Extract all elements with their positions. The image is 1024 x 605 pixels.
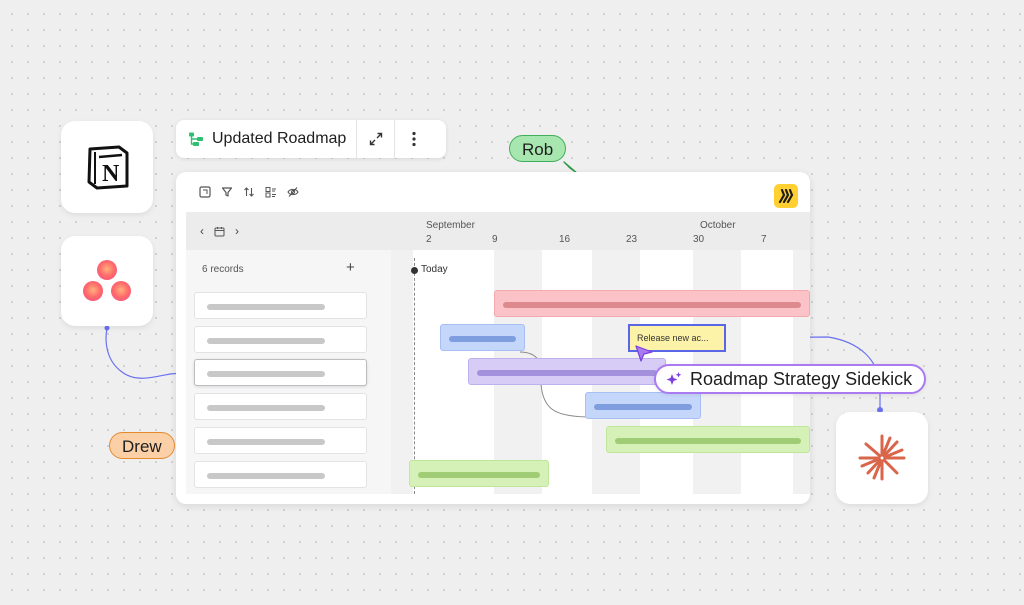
day-label: 16 (559, 234, 571, 245)
record-placeholder (207, 304, 325, 310)
more-vertical-icon (412, 131, 416, 147)
gantt-bar[interactable] (409, 460, 549, 487)
hide-fields-button[interactable] (286, 185, 300, 199)
record-row[interactable] (194, 427, 367, 454)
drew-cursor-label: Drew (109, 432, 175, 459)
record-placeholder (207, 473, 325, 479)
record-placeholder (207, 405, 325, 411)
record-row[interactable] (194, 461, 367, 488)
add-record-button[interactable]: + (346, 259, 355, 276)
claude-logo-icon (858, 434, 906, 481)
prev-arrow-icon[interactable]: ‹ (200, 224, 204, 238)
notion-letter: N (102, 161, 120, 187)
record-placeholder (207, 439, 325, 445)
records-panel: 6 records + (186, 250, 376, 494)
sparkle-icon (666, 372, 682, 385)
roadmap-icon (189, 132, 203, 146)
more-options-button[interactable] (395, 120, 433, 158)
group-button[interactable] (264, 185, 278, 199)
asana-connector-start (104, 325, 110, 331)
filter-button[interactable] (220, 185, 234, 199)
day-label: 9 (492, 234, 498, 245)
miro-logo-badge (774, 184, 798, 208)
date-header: ‹ › September October 2 9 16 23 30 7 (186, 212, 810, 250)
eye-off-icon (287, 187, 299, 197)
record-row[interactable] (194, 292, 367, 319)
grid-view-button[interactable] (198, 185, 212, 199)
sidekick-label[interactable]: Roadmap Strategy Sidekick (654, 364, 927, 394)
record-row[interactable] (194, 326, 367, 353)
bar-placeholder (418, 472, 540, 478)
record-placeholder (207, 371, 325, 377)
board-toolbar (176, 172, 810, 212)
sort-button[interactable] (242, 185, 256, 199)
claude-app-tile[interactable] (836, 412, 928, 504)
gantt-bar[interactable] (494, 290, 810, 317)
miro-logo-icon (778, 189, 794, 203)
bar-placeholder (477, 370, 657, 376)
month-label: October (700, 220, 736, 231)
calendar-icon[interactable] (214, 226, 225, 237)
bar-placeholder (503, 302, 801, 308)
notion-app-tile[interactable]: N (61, 121, 153, 213)
record-row[interactable] (194, 393, 367, 420)
bar-placeholder (615, 438, 801, 444)
group-icon (265, 187, 276, 198)
date-navigation: ‹ › (200, 224, 239, 238)
month-label: September (426, 220, 475, 231)
day-label: 23 (626, 234, 638, 245)
asana-app-tile[interactable] (61, 236, 153, 326)
bar-placeholder (594, 404, 692, 410)
next-arrow-icon[interactable]: › (235, 224, 239, 238)
gantt-bar[interactable] (606, 426, 810, 453)
record-row-selected[interactable] (194, 359, 367, 386)
sidekick-text: Roadmap Strategy Sidekick (690, 368, 913, 389)
gantt-bar[interactable] (585, 392, 701, 419)
roadmap-titlebar: Updated Roadmap (176, 120, 446, 158)
roadmap-title: Updated Roadmap (212, 130, 347, 147)
records-count: 6 records (202, 264, 244, 275)
asana-logo-icon (83, 260, 131, 301)
record-placeholder (207, 338, 325, 344)
expand-button[interactable] (357, 120, 396, 158)
expand-icon (369, 132, 383, 146)
sidekick-cursor-icon (635, 345, 653, 362)
grid-icon (199, 186, 211, 198)
filter-icon (221, 187, 233, 197)
sort-icon (244, 187, 254, 197)
day-label: 30 (693, 234, 705, 245)
day-label: 7 (761, 234, 767, 245)
bar-placeholder (449, 336, 516, 342)
roadmap-title-area[interactable]: Updated Roadmap (176, 120, 358, 158)
gantt-bar[interactable] (440, 324, 525, 351)
gantt-area: ‹ › September October 2 9 16 23 30 7 6 r… (186, 212, 810, 494)
notion-logo-icon: N (87, 145, 129, 190)
day-label: 2 (426, 234, 432, 245)
rob-cursor-label: Rob (509, 135, 567, 162)
